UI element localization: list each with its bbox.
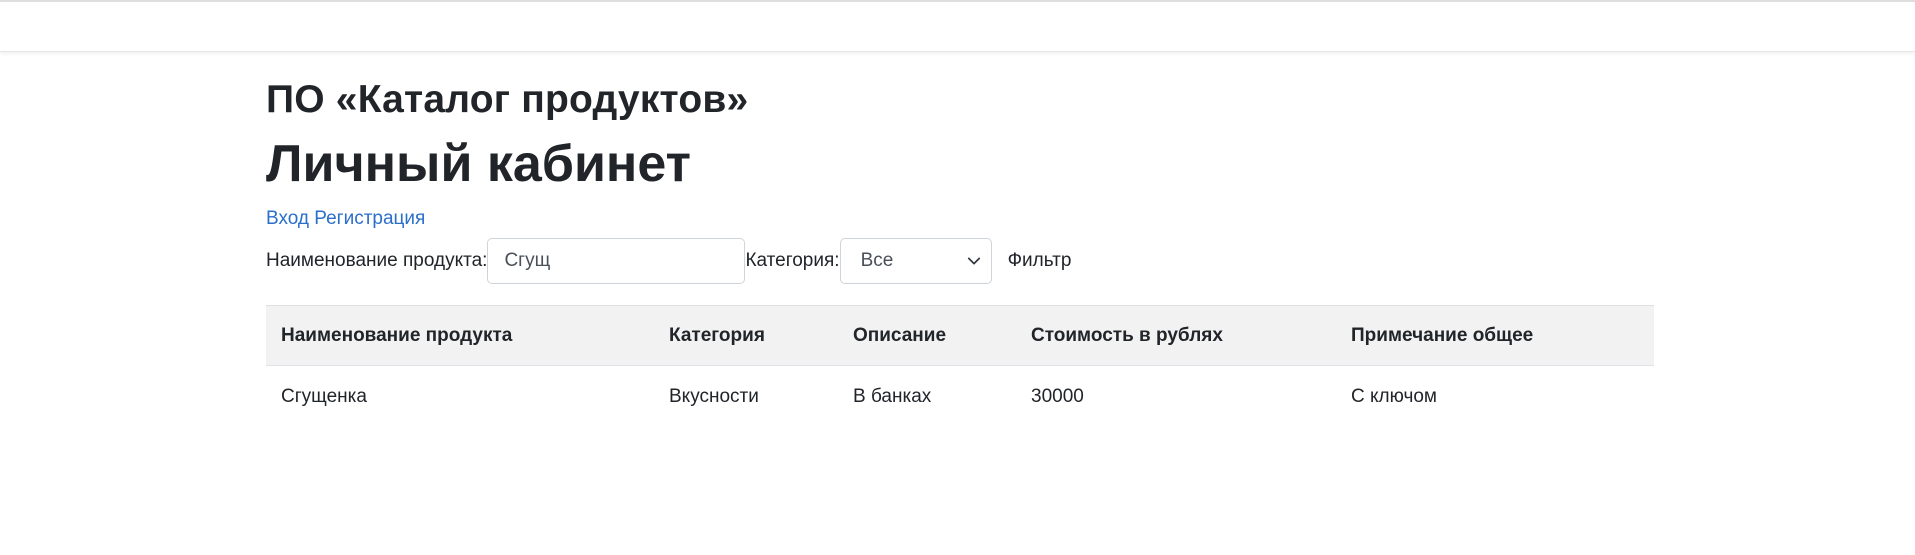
filter-form: Наименование продукта: Категория: Все Фи…: [266, 237, 1654, 285]
table-header-row: Наименование продукта Категория Описание…: [266, 305, 1654, 366]
category-select[interactable]: Все: [839, 238, 992, 284]
products-table: Наименование продукта Категория Описание…: [266, 305, 1654, 428]
cell-category: Вкусности: [669, 385, 759, 407]
main-container: ПО «Каталог продуктов» Личный кабинет Вх…: [266, 76, 1654, 428]
filter-button[interactable]: Фильтр: [1008, 250, 1072, 272]
column-header-category: Категория: [654, 305, 838, 366]
column-header-description: Описание: [838, 305, 1016, 366]
cell-price: 30000: [1031, 385, 1084, 407]
page-title: Личный кабинет: [266, 135, 692, 193]
product-name-input[interactable]: [487, 238, 746, 284]
app-title: ПО «Каталог продуктов»: [266, 78, 749, 121]
category-select-value: Все: [860, 250, 894, 271]
column-header-note: Примечание общее: [1336, 305, 1654, 366]
column-header-price: Стоимость в рублях: [1016, 305, 1336, 366]
top-navbar: [0, 0, 1915, 52]
column-header-product-name: Наименование продукта: [266, 305, 654, 366]
cell-product-name: Сгущенка: [281, 385, 367, 407]
register-link[interactable]: Регистрация: [314, 208, 425, 229]
login-link[interactable]: Вход: [266, 208, 309, 229]
table-row: Сгущенка Вкусности В банках 30000 С ключ…: [266, 366, 1654, 428]
category-label: Категория:: [745, 250, 840, 271]
cell-description: В банках: [853, 385, 932, 407]
auth-links: Вход Регистрация: [266, 206, 1654, 232]
cell-note: С ключом: [1351, 385, 1437, 407]
chevron-down-icon: [967, 257, 980, 265]
product-name-label: Наименование продукта:: [266, 250, 488, 271]
